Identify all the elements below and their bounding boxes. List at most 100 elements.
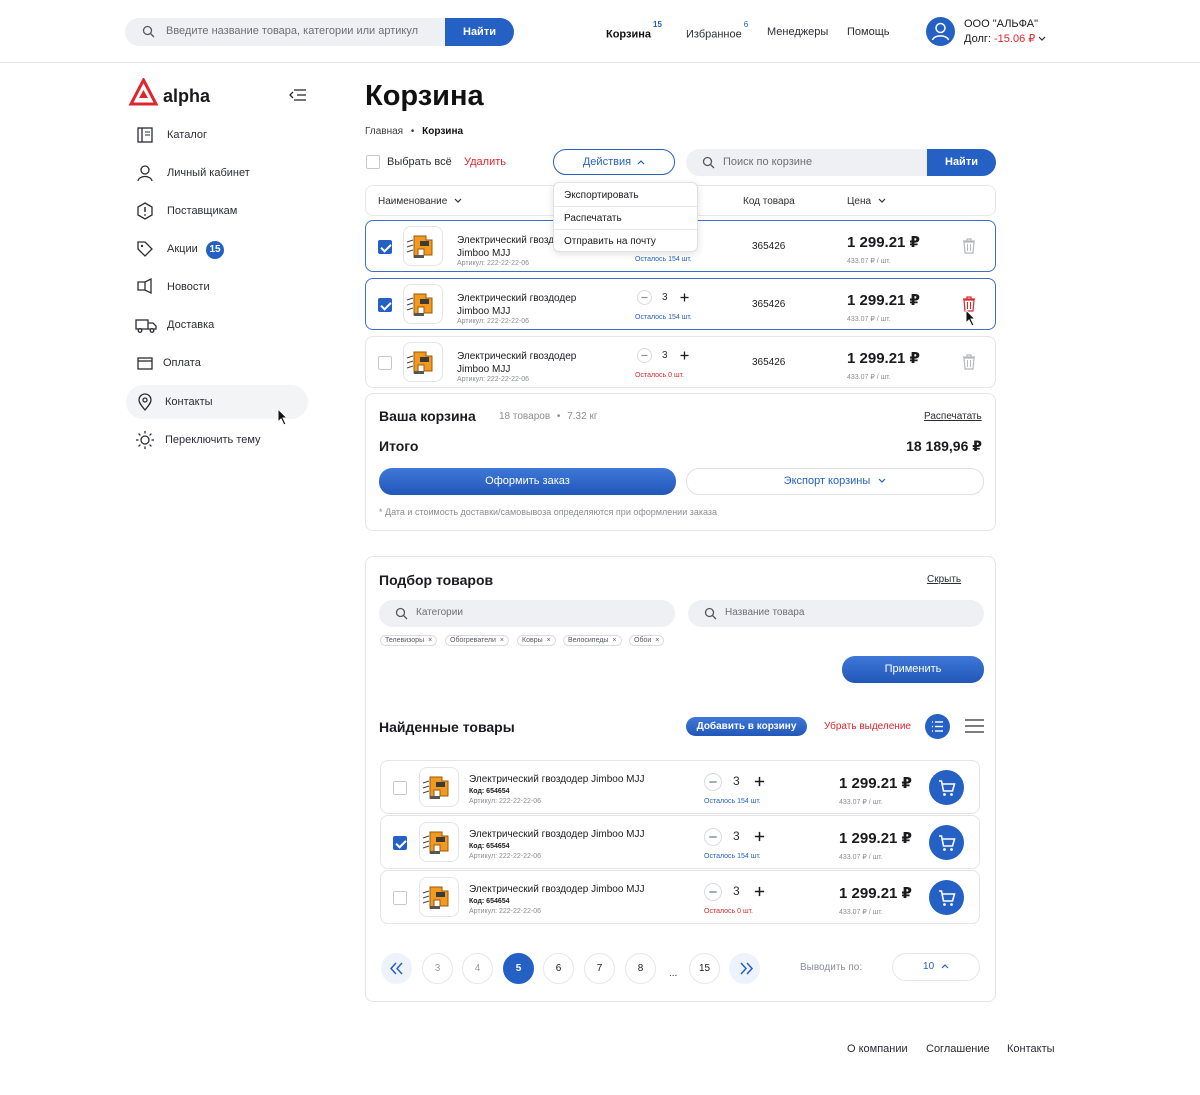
add-to-cart-icon-button[interactable] <box>929 770 964 805</box>
footer-about[interactable]: О компании <box>847 1043 908 1055</box>
page-4[interactable]: 4 <box>462 953 493 984</box>
per-page-select[interactable]: 10 <box>892 953 980 981</box>
trash-icon[interactable] <box>962 354 976 370</box>
page-5[interactable]: 5 <box>503 953 534 984</box>
sidebar-item-suppliers[interactable]: Поставщикам <box>126 194 308 228</box>
avatar[interactable] <box>926 17 955 46</box>
summary-print-link[interactable]: Распечатать <box>924 411 982 422</box>
cart-search-input[interactable]: Поиск по корзине <box>723 156 812 168</box>
qty-increase-button[interactable] <box>752 884 767 899</box>
qty-value[interactable]: 3 <box>662 292 668 303</box>
row-checkbox[interactable] <box>378 356 392 370</box>
footer-agreement[interactable]: Соглашение <box>926 1043 990 1055</box>
qty-decrease-button[interactable] <box>637 290 652 305</box>
collapse-menu-icon[interactable] <box>289 88 307 102</box>
sidebar-item-theme[interactable]: Переключить тему <box>126 423 308 457</box>
compact-view-button[interactable] <box>965 719 984 733</box>
menu-item-email[interactable]: Отправить на почту <box>564 236 656 247</box>
close-icon[interactable]: × <box>655 637 659 644</box>
add-to-cart-icon-button[interactable] <box>929 880 964 915</box>
nav-cart[interactable]: Корзина15 <box>606 20 662 41</box>
product-thumbnail[interactable] <box>403 226 443 266</box>
product-thumbnail[interactable] <box>419 877 459 917</box>
page-6[interactable]: 6 <box>543 953 574 984</box>
product-thumbnail[interactable] <box>403 284 443 324</box>
first-page-button[interactable] <box>381 953 412 984</box>
qty-increase-button[interactable] <box>678 349 691 362</box>
export-cart-button[interactable]: Экспорт корзины <box>686 468 984 495</box>
row-checkbox[interactable] <box>393 781 407 795</box>
checkout-button[interactable]: Оформить заказ <box>379 468 676 495</box>
col-code-header[interactable]: Код товара <box>743 196 795 207</box>
page-7[interactable]: 7 <box>584 953 615 984</box>
qty-decrease-button[interactable] <box>704 828 722 846</box>
col-name-header[interactable]: Наименование <box>378 196 462 207</box>
nav-favorites[interactable]: Избранное6 <box>686 20 748 41</box>
add-to-cart-icon-button[interactable] <box>929 825 964 860</box>
close-icon[interactable]: × <box>428 637 432 644</box>
page-8[interactable]: 8 <box>625 953 656 984</box>
sidebar-item-news[interactable]: Новости <box>126 270 308 304</box>
qty-decrease-button[interactable] <box>704 883 722 901</box>
actions-button[interactable]: Действия <box>553 149 675 175</box>
qty-increase-button[interactable] <box>678 291 691 304</box>
select-all-checkbox[interactable] <box>366 155 380 169</box>
filter-tag[interactable]: Обои × <box>629 635 665 646</box>
qty-decrease-button[interactable] <box>704 773 722 791</box>
cart-search[interactable]: Поиск по корзине Найти <box>686 149 996 176</box>
qty-increase-button[interactable] <box>752 774 767 789</box>
product-name[interactable]: Электрический гвоздодер Jimboo MJJ <box>457 292 576 318</box>
categories-input[interactable]: Категории <box>379 600 675 627</box>
trash-icon[interactable] <box>962 238 976 254</box>
sidebar-item-account[interactable]: Личный кабинет <box>126 156 308 190</box>
sidebar-item-payment[interactable]: Оплата <box>126 346 308 380</box>
nav-help[interactable]: Помощь <box>847 26 890 38</box>
list-view-button[interactable] <box>925 714 950 739</box>
col-price-header[interactable]: Цена <box>847 196 886 207</box>
breadcrumb-home[interactable]: Главная <box>365 126 403 137</box>
global-search-button[interactable]: Найти <box>445 18 514 46</box>
row-checkbox[interactable] <box>393 836 407 850</box>
cart-search-button[interactable]: Найти <box>927 149 996 176</box>
menu-item-export[interactable]: Экспортировать <box>564 190 639 201</box>
filter-tag[interactable]: Телевизоры × <box>380 635 438 646</box>
qty-increase-button[interactable] <box>752 829 767 844</box>
product-name[interactable]: Электрический гвоздодер Jimboo MJJ <box>469 883 644 896</box>
global-search[interactable]: Введите название товара, категории или а… <box>125 18 514 46</box>
qty-value[interactable]: 3 <box>733 774 740 788</box>
filter-tag[interactable]: Велосипеды × <box>563 635 622 646</box>
product-thumbnail[interactable] <box>403 342 443 382</box>
menu-item-print[interactable]: Распечатать <box>564 213 622 224</box>
qty-value[interactable]: 3 <box>662 350 668 361</box>
close-icon[interactable]: × <box>547 637 551 644</box>
last-page-button[interactable] <box>729 953 760 984</box>
filter-tag[interactable]: Обогреватели × <box>445 635 509 646</box>
debt-info[interactable]: Долг: -15.06 ₽ <box>964 32 1046 45</box>
product-name[interactable]: Электрический гвоздодер Jimboo MJJ <box>457 350 576 376</box>
add-to-cart-button[interactable]: Добавить в корзину <box>686 717 807 736</box>
select-all-label[interactable]: Выбрать всё <box>387 156 452 168</box>
row-checkbox[interactable] <box>393 891 407 905</box>
filter-tag[interactable]: Ковры × <box>517 635 556 646</box>
nav-managers[interactable]: Менеджеры <box>767 26 828 38</box>
delete-link[interactable]: Удалить <box>464 156 506 168</box>
qty-value[interactable]: 3 <box>733 829 740 843</box>
qty-decrease-button[interactable] <box>637 348 652 363</box>
global-search-input[interactable]: Введите название товара, категории или а… <box>166 25 418 37</box>
sidebar-item-catalog[interactable]: Каталог <box>126 118 308 152</box>
apply-button[interactable]: Применить <box>842 656 984 683</box>
page-last[interactable]: 15 <box>689 953 720 984</box>
sidebar-item-delivery[interactable]: Доставка <box>126 308 308 342</box>
product-name-input[interactable]: Название товара <box>688 600 984 627</box>
footer-contacts[interactable]: Контакты <box>1007 1043 1055 1055</box>
close-icon[interactable]: × <box>612 637 616 644</box>
row-checkbox[interactable] <box>378 298 392 312</box>
page-3[interactable]: 3 <box>422 953 453 984</box>
product-name[interactable]: Электрический гвоздодер Jimboo MJJ <box>469 828 644 841</box>
deselect-link[interactable]: Убрать выделение <box>824 721 911 732</box>
qty-value[interactable]: 3 <box>733 884 740 898</box>
product-name[interactable]: Электрический гвоздодер Jimboo MJJ <box>469 773 644 786</box>
close-icon[interactable]: × <box>500 637 504 644</box>
product-thumbnail[interactable] <box>419 767 459 807</box>
product-thumbnail[interactable] <box>419 822 459 862</box>
